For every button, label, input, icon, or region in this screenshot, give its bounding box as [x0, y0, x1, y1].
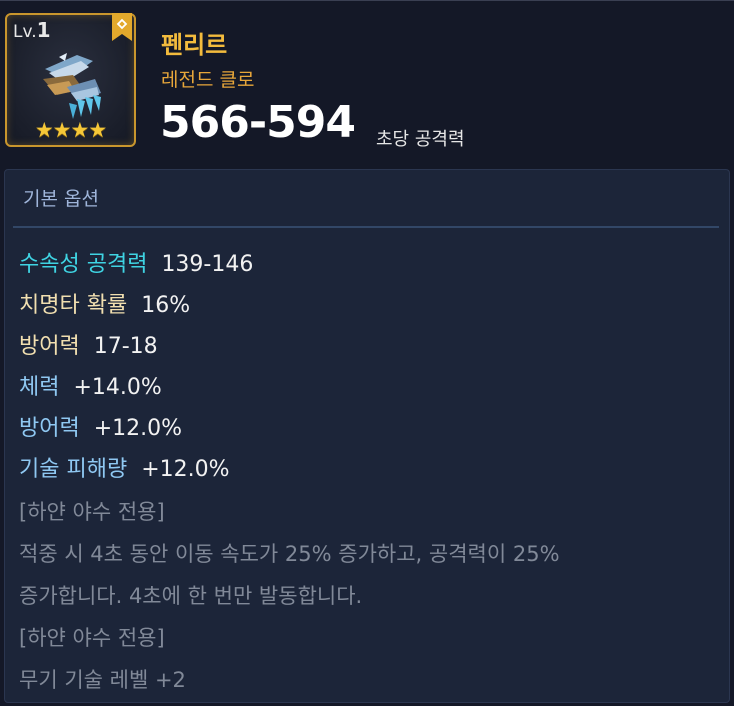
stat-value: 139-146	[161, 252, 254, 277]
exclusive-header: [하얀 야수 전용]	[19, 500, 165, 524]
item-stars: ★★★★	[34, 118, 107, 142]
section-divider	[13, 226, 719, 228]
stat-row: 기술 피해량 +12.0%	[19, 451, 230, 483]
stat-label: 방어력	[19, 416, 80, 441]
item-tooltip: Lv.1 ★★★★ 펜리르 레전드 클로 566-594 초당 공격력 기본 옵…	[0, 0, 734, 706]
stat-label: 기술 피해량	[19, 457, 128, 482]
stat-value: +14.0%	[73, 375, 162, 400]
exclusive-header: [하얀 야수 전용]	[19, 626, 165, 650]
level-prefix: Lv.	[13, 22, 37, 42]
exclusive-desc-line: 무기 기술 레벨 +2	[19, 668, 186, 692]
stat-value: 17-18	[93, 334, 158, 359]
stat-row: 체력 +14.0%	[19, 369, 162, 401]
bookmark-icon[interactable]	[112, 13, 132, 41]
stat-row: 치명타 확률 16%	[19, 287, 190, 319]
stat-label: 체력	[19, 375, 60, 400]
dps-label: 초당 공격력	[376, 129, 465, 150]
section-title: 기본 옵션	[23, 188, 99, 210]
claw-weapon-icon	[43, 53, 101, 119]
stat-row: 수속성 공격력 139-146	[19, 246, 253, 278]
stat-label: 치명타 확률	[19, 293, 128, 318]
stat-value: 16%	[141, 293, 191, 318]
exclusive-desc-line: 적중 시 4초 동안 이동 속도가 25% 증가하고, 공격력이 25%	[19, 542, 560, 566]
item-level: Lv.1	[13, 18, 51, 42]
stat-label: 수속성 공격력	[19, 252, 148, 277]
stat-row: 방어력 17-18	[19, 328, 158, 360]
item-icon-frame[interactable]: Lv.1 ★★★★	[5, 13, 136, 147]
item-grade: 레전드 클로	[161, 69, 255, 91]
stat-row: 방어력 +12.0%	[19, 410, 182, 442]
item-header: Lv.1 ★★★★ 펜리르 레전드 클로 566-594 초당 공격력	[0, 1, 734, 166]
stat-value: +12.0%	[141, 457, 230, 482]
item-name: 펜리르	[161, 31, 228, 59]
stat-value: +12.0%	[93, 416, 183, 441]
dps-value: 566-594	[160, 97, 356, 148]
options-panel: 기본 옵션 수속성 공격력 139-146 치명타 확률 16% 방어력 17-18 …	[4, 169, 730, 703]
level-number: 1	[36, 18, 51, 42]
stat-label: 방어력	[19, 334, 80, 359]
exclusive-desc-line: 증가합니다. 4초에 한 번만 발동합니다.	[19, 584, 363, 608]
